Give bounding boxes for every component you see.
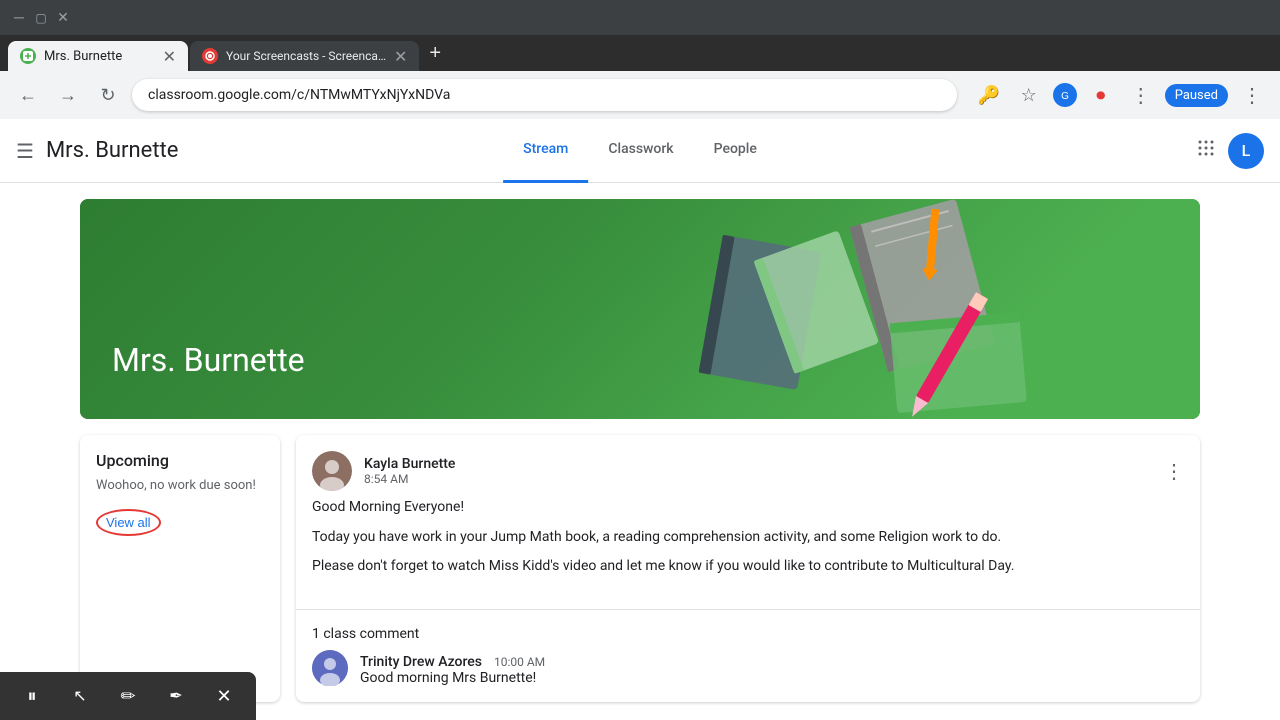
extension-icon[interactable]: ⏺	[1085, 79, 1117, 111]
post-author-name: Kayla Burnette	[364, 456, 455, 472]
post-header: Kayla Burnette 8:54 AM ⋮	[296, 435, 1200, 499]
post-card: Kayla Burnette 8:54 AM ⋮ Good Morning Ev…	[296, 435, 1200, 702]
view-all-label: View all	[96, 509, 161, 536]
screencast-toolbar: ⏸ ↖ ✏ ✒ ✕	[0, 672, 256, 720]
post-greeting: Good Morning Everyone!	[312, 499, 1184, 515]
comment-count: 1 class comment	[296, 618, 1200, 650]
user-avatar[interactable]: L	[1228, 133, 1264, 169]
tab-stream[interactable]: Stream	[503, 119, 588, 183]
main-content: Mrs. Burnette	[0, 183, 1280, 720]
tab-title-1: Mrs. Burnette	[44, 49, 122, 64]
post-author-avatar	[312, 451, 352, 491]
header-right: L	[1196, 133, 1264, 169]
address-bar[interactable]: classroom.google.com/c/NTMwMTYxNjYxNDVa	[132, 79, 957, 111]
nav-tabs: Stream Classwork People	[503, 119, 777, 183]
hamburger-menu[interactable]: ☰	[16, 139, 34, 163]
google-apps-icon[interactable]	[1196, 138, 1216, 163]
key-icon[interactable]: 🔑	[973, 79, 1005, 111]
screencast-close-button[interactable]: ✕	[208, 680, 240, 712]
tab-title-2: Your Screencasts - Screencastify	[226, 49, 386, 63]
tab-favicon-1	[20, 48, 36, 64]
tab-classwork[interactable]: Classwork	[588, 119, 693, 183]
post-text-2: Please don't forget to watch Miss Kidd's…	[312, 556, 1184, 577]
back-button[interactable]: ←	[12, 79, 44, 111]
screencast-pen-button[interactable]: ✏	[112, 680, 144, 712]
post-menu-button[interactable]: ⋮	[1164, 459, 1184, 483]
tab-bar: Mrs. Burnette ✕ Your Screencasts - Scree…	[0, 35, 1280, 71]
upcoming-empty-text: Woohoo, no work due soon!	[96, 478, 264, 493]
view-all-button[interactable]: View all	[96, 509, 161, 536]
screencast-cursor-button[interactable]: ↖	[64, 680, 96, 712]
tab-close-1[interactable]: ✕	[163, 47, 176, 66]
comment-text: Good morning Mrs Burnette!	[360, 670, 545, 686]
comment-time: 10:00 AM	[494, 655, 545, 669]
paused-label: Paused	[1175, 88, 1218, 103]
app-header: ☰ Mrs. Burnette Stream Classwork People …	[0, 119, 1280, 183]
minimize-button[interactable]: ─	[12, 11, 26, 25]
forward-button[interactable]: →	[52, 79, 84, 111]
post-divider	[296, 609, 1200, 610]
address-bar-row: ← → ↻ classroom.google.com/c/NTMwMTYxNjY…	[0, 71, 1280, 119]
reload-button[interactable]: ↻	[92, 79, 124, 111]
more-icon[interactable]: ⋮	[1236, 79, 1268, 111]
url-text: classroom.google.com/c/NTMwMTYxNjYxNDVa	[148, 87, 450, 103]
upcoming-card: Upcoming Woohoo, no work due soon! View …	[80, 435, 280, 702]
app-title: Mrs. Burnette	[46, 138, 178, 163]
svg-text:G: G	[1061, 91, 1069, 102]
new-tab-button[interactable]: +	[421, 42, 449, 65]
comment-section: Trinity Drew Azores 10:00 AM Good mornin…	[296, 650, 1200, 702]
screencast-marker-button[interactable]: ✒	[160, 680, 192, 712]
tab-mrs-burnette[interactable]: Mrs. Burnette ✕	[8, 41, 188, 71]
profile-icon[interactable]: G	[1053, 83, 1077, 107]
maximize-button[interactable]: ▢	[34, 11, 48, 25]
hero-banner: Mrs. Burnette	[80, 199, 1200, 419]
browser-titlebar: ─ ▢ ✕	[0, 0, 1280, 35]
hero-illustration	[584, 199, 1200, 419]
close-button[interactable]: ✕	[56, 11, 70, 25]
star-icon[interactable]: ☆	[1013, 79, 1045, 111]
tab-favicon-2	[202, 48, 218, 64]
post-body: Good Morning Everyone! Today you have wo…	[296, 499, 1200, 601]
hero-background: Mrs. Burnette	[80, 199, 1200, 419]
toolbar-icons: 🔑 ☆ G ⏺ ⋮ Paused ⋮	[973, 79, 1268, 111]
comment-avatar	[312, 650, 348, 686]
comment-content: Trinity Drew Azores 10:00 AM Good mornin…	[360, 651, 545, 686]
post-author-info: Kayla Burnette 8:54 AM	[364, 456, 455, 486]
tab-people[interactable]: People	[694, 119, 777, 183]
upcoming-title: Upcoming	[96, 451, 264, 470]
paused-button[interactable]: Paused	[1165, 84, 1228, 107]
post-text-1: Today you have work in your Jump Math bo…	[312, 527, 1184, 548]
post-time: 8:54 AM	[364, 472, 455, 486]
tab-screencastify[interactable]: Your Screencasts - Screencastify ✕	[190, 41, 419, 71]
hero-title: Mrs. Burnette	[112, 341, 305, 379]
screencast-pause-button[interactable]: ⏸	[16, 680, 48, 712]
app: ☰ Mrs. Burnette Stream Classwork People …	[0, 119, 1280, 720]
menu-icon[interactable]: ⋮	[1125, 79, 1157, 111]
comment-author: Trinity Drew Azores	[360, 654, 482, 670]
tab-close-2[interactable]: ✕	[394, 47, 407, 66]
